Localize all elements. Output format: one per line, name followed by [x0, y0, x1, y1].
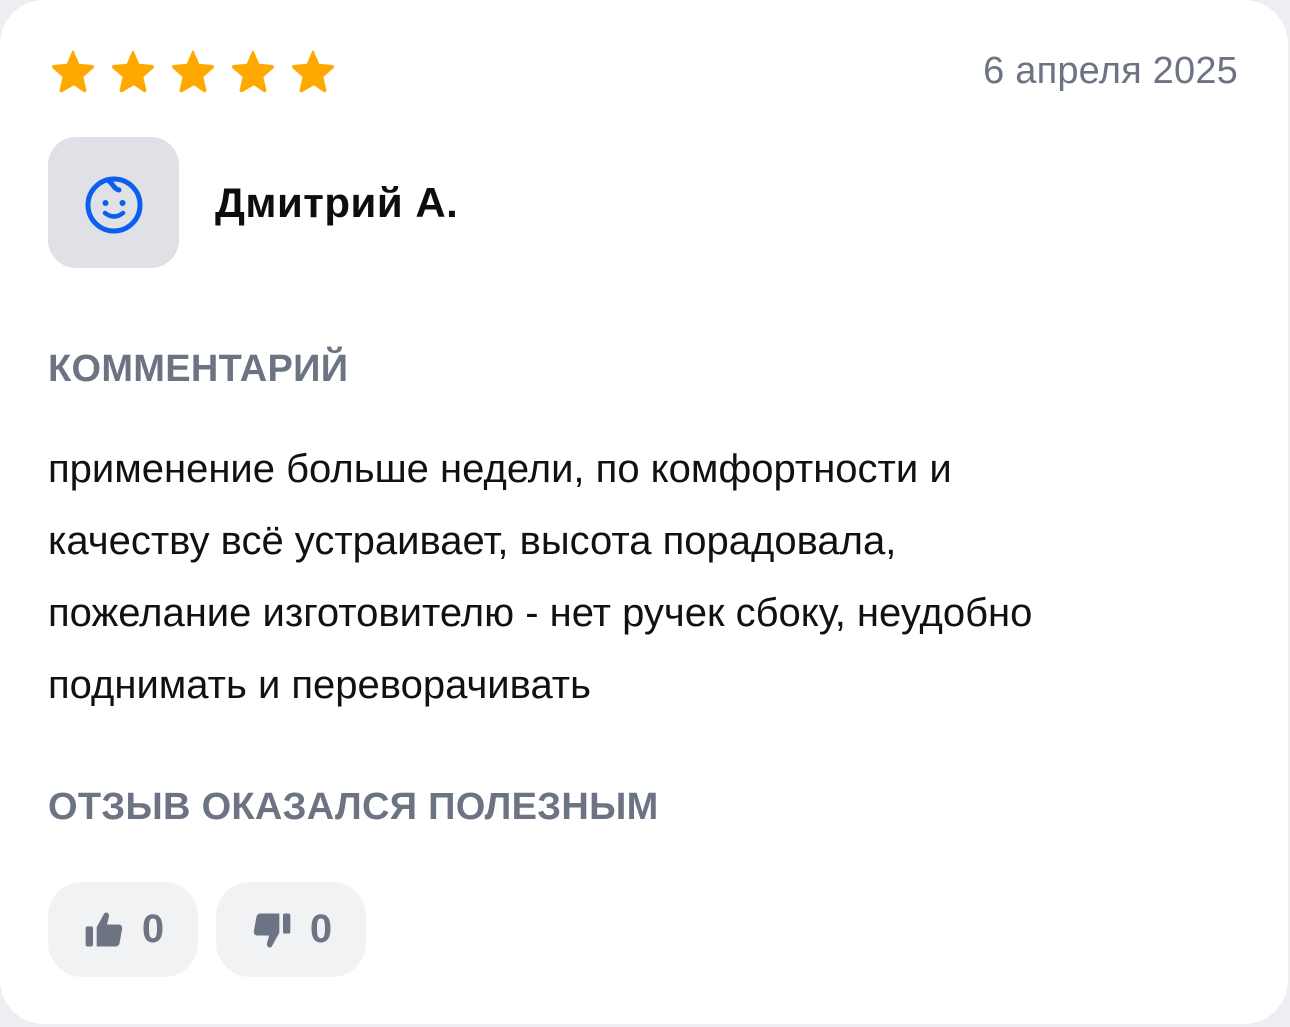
- like-count: 0: [141, 907, 165, 951]
- comment-line: поднимать и переворачивать: [48, 663, 591, 707]
- author-name: Дмитрий А.: [215, 178, 459, 226]
- review-card: 6 апреля 2025 Дмитрий А. КОММЕНТАРИЙ при…: [0, 0, 1288, 1024]
- baby-face-icon: [85, 176, 142, 233]
- dislike-button[interactable]: 0: [216, 882, 366, 977]
- star-icon: [171, 50, 215, 93]
- comment-line: пожелание изготовителю - нет ручек сбоку…: [48, 591, 1033, 635]
- thumbs-up-icon: [85, 911, 123, 946]
- like-button[interactable]: 0: [48, 882, 198, 977]
- star-icon: [111, 50, 155, 93]
- comment-label: КОММЕНТАРИЙ: [48, 348, 349, 390]
- review-date: 6 апреля 2025: [983, 50, 1238, 92]
- vote-buttons: 0 0: [48, 882, 366, 977]
- comment-text: применение больше недели, по комфортност…: [48, 433, 1248, 721]
- useful-label: ОТЗЫВ ОКАЗАЛСЯ ПОЛЕЗНЫМ: [48, 786, 659, 828]
- review-author: Дмитрий А.: [48, 137, 458, 268]
- star-icon: [291, 50, 335, 93]
- star-icon: [231, 50, 275, 93]
- dislike-count: 0: [309, 907, 333, 951]
- star-icon: [51, 50, 95, 93]
- avatar: [48, 137, 179, 268]
- rating-stars: [48, 47, 340, 95]
- comment-line: применение больше недели, по комфортност…: [48, 447, 952, 491]
- comment-line: качеству всё устраивает, высота порадова…: [48, 519, 897, 563]
- thumbs-down-icon: [253, 913, 291, 948]
